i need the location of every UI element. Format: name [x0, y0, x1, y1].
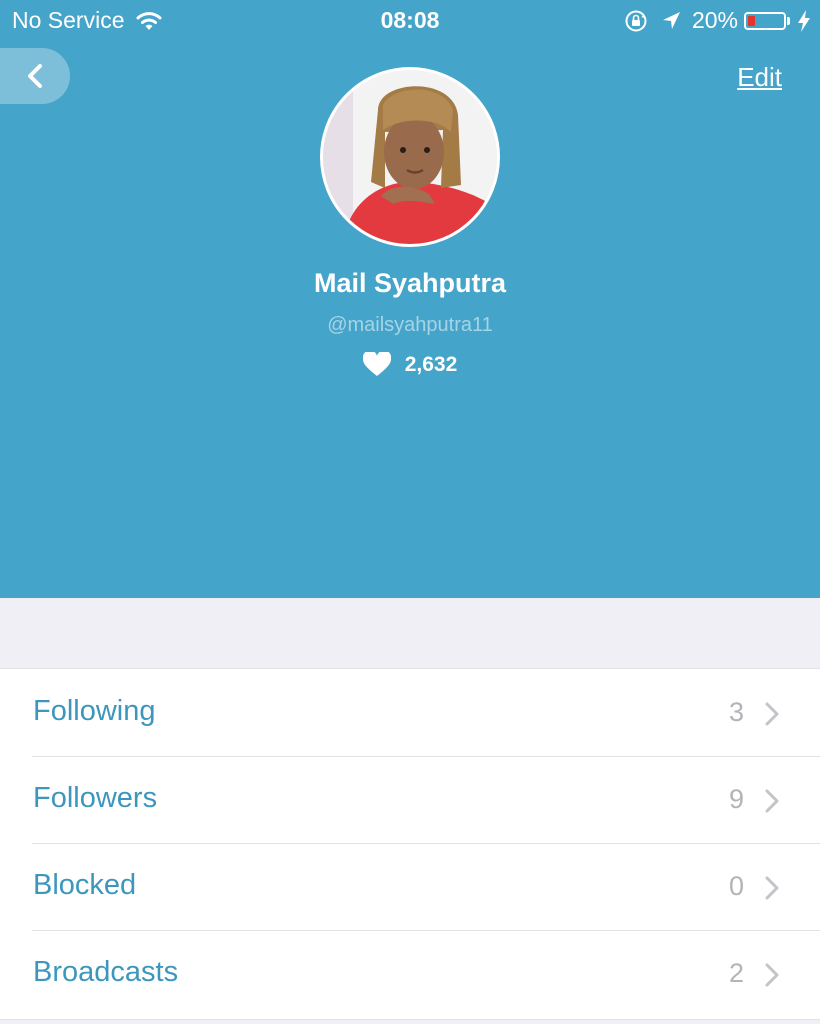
menu-row-blocked[interactable]: Blocked 0 — [0, 843, 820, 930]
likes-count: 2,632 — [404, 352, 458, 376]
chevron-right-icon — [765, 702, 779, 726]
orientation-lock-icon — [625, 10, 647, 31]
profile-screen: No Service 08:08 20% Edit Mail Syahputra… — [0, 0, 820, 1024]
status-right: 20% — [624, 7, 810, 34]
menu-row-count: 9 — [728, 784, 744, 814]
avatar-photo — [323, 70, 497, 244]
status-bar: No Service 08:08 20% — [0, 0, 820, 42]
profile-handle: @mailsyahputra11 — [327, 314, 493, 336]
chevron-right-icon — [765, 876, 779, 900]
profile-header: No Service 08:08 20% Edit Mail Syahputra… — [0, 0, 820, 598]
menu-row-label: Blocked — [33, 869, 137, 901]
menu-row-following[interactable]: Following 3 — [0, 669, 820, 756]
charging-bolt-icon — [798, 9, 810, 32]
battery-icon — [744, 11, 786, 30]
menu-row-label: Following — [33, 695, 156, 727]
back-button[interactable] — [0, 48, 70, 104]
battery-nub — [787, 16, 790, 25]
menu-row-label: Followers — [33, 782, 158, 814]
menu-row-count: 2 — [728, 958, 744, 988]
battery-percent: 20% — [691, 7, 738, 33]
chevron-right-icon — [765, 963, 779, 987]
edit-button[interactable]: Edit — [737, 62, 782, 93]
likes-count-group: 2,632 — [0, 352, 820, 377]
battery-level-fill — [748, 15, 755, 26]
avatar[interactable] — [320, 67, 500, 247]
menu-row-broadcasts[interactable]: Broadcasts 2 — [0, 930, 820, 1017]
menu-row-followers[interactable]: Followers 9 — [0, 756, 820, 843]
chevron-left-icon — [28, 64, 42, 88]
location-arrow-icon — [662, 11, 680, 29]
chevron-right-icon — [765, 789, 779, 813]
menu-row-count: 0 — [728, 871, 744, 901]
profile-name: Mail Syahputra — [313, 268, 507, 298]
profile-menu-list: Following 3 Followers 9 Blocked 0 Broadc… — [0, 668, 820, 1020]
heart-icon — [362, 352, 391, 376]
menu-row-count: 3 — [728, 697, 744, 727]
menu-row-label: Broadcasts — [33, 956, 179, 988]
